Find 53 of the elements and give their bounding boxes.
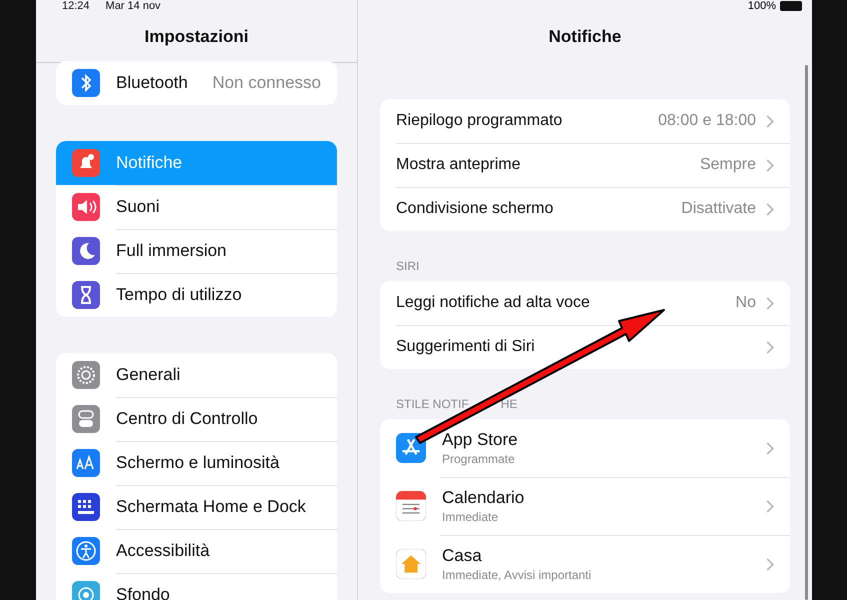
chevron-icon [766,296,774,310]
settings-icon [72,537,100,565]
app-name: Casa [442,546,483,566]
settings-row[interactable]: Leggi notifiche ad alta voce No [380,281,790,325]
sidebar-item[interactable]: Schermata Home e Dock [56,485,337,529]
app-icon [396,549,426,579]
settings-icon [72,449,100,477]
chevron-icon [766,158,774,172]
settings-row[interactable]: Mostra anteprime Sempre [380,143,790,187]
chevron-icon [766,558,774,570]
sidebar-item[interactable]: Centro di Controllo [56,397,337,441]
sidebar-item[interactable]: Bluetooth Non connesso [56,61,337,105]
settings-row[interactable]: Suggerimenti di Siri [380,325,790,369]
settings-icon [72,405,100,433]
app-icon [396,433,426,463]
status-time: 12:24 [62,0,90,12]
settings-row[interactable]: Riepilogo programmato 08:00 e 18:00 [380,99,790,143]
settings-icon [72,193,100,221]
settings-icon [72,493,100,521]
chevron-icon [766,442,774,454]
sidebar-item[interactable]: Tempo di utilizzo [56,273,337,317]
settings-icon [72,281,100,309]
chevron-icon [766,340,774,354]
app-name: App Store [442,430,519,450]
section-header: HE [500,397,518,411]
scrollbar[interactable] [805,65,808,600]
notification-style: Programmate [442,452,516,466]
settings-icon [72,361,100,389]
settings-row[interactable]: Condivisione schermo Disattivate [380,187,790,231]
app-row[interactable]: Calendario Immediate [380,477,790,535]
section-header: STILE NOTIF [396,397,469,411]
sidebar-item[interactable]: Accessibilità [56,529,337,573]
sidebar-item[interactable]: Suoni [56,185,337,229]
chevron-icon [766,500,774,512]
sidebar-item[interactable]: Full immersion [56,229,337,273]
settings-icon [72,69,100,97]
chevron-icon [766,202,774,216]
notification-style: Immediate, Avvisi importanti [442,568,592,582]
notification-style: Immediate [442,510,500,524]
settings-icon [72,237,100,265]
section-header: SIRI [395,258,420,275]
settings-icon [72,149,100,177]
sidebar-item[interactable]: Sfondo [56,573,337,600]
sidebar-item[interactable]: Schermo e luminosità [56,441,337,485]
sidebar-item[interactable]: Generali [56,353,337,397]
app-row[interactable]: Casa Immediate, Avvisi importanti [380,535,790,593]
app-icon [396,491,426,521]
battery-level: 100% [748,0,776,12]
status-date: Mar 14 nov [106,0,161,12]
app-name: Calendario [442,488,526,508]
page-title: Notifiche [548,26,622,48]
chevron-icon [766,114,774,128]
battery-icon [780,1,802,11]
